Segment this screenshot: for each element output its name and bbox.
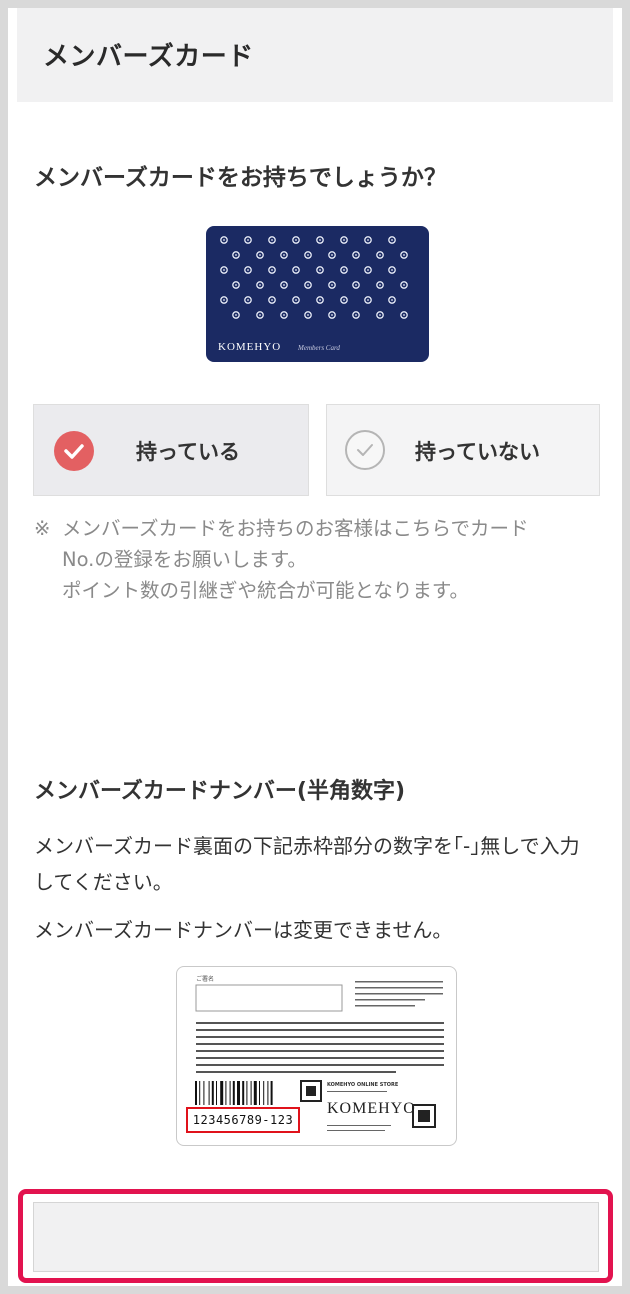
- option-have-card-button[interactable]: 持っている: [33, 404, 309, 496]
- note-line: メンバーズカードをお持ちのお客様はこちらでカード: [62, 517, 529, 540]
- card-number-highlight: 123456789-123: [186, 1107, 300, 1133]
- card-subtitle: Members Card: [298, 344, 340, 352]
- card-number-input-highlight: [18, 1189, 613, 1283]
- option-no-card-button[interactable]: 持っていない: [326, 404, 600, 496]
- page-header: メンバーズカード: [17, 8, 613, 102]
- page-title: メンバーズカード: [43, 42, 254, 72]
- note-line: No.の登録をお願いします。: [62, 548, 307, 571]
- card-number-instructions: メンバーズカード裏面の下記赤枠部分の数字を｢-｣無しで入力してください。: [34, 834, 580, 894]
- option-have-card-label: 持っている: [136, 440, 240, 464]
- card-number-input[interactable]: [33, 1202, 599, 1272]
- note-mark: ※: [34, 517, 51, 540]
- card-number-section-title: メンバーズカードナンバー(半角数字): [34, 779, 406, 804]
- signature-label: ご署名: [196, 976, 215, 983]
- unchecked-icon: [345, 430, 385, 470]
- card-number-notice: メンバーズカードナンバーは変更できません。: [34, 918, 453, 942]
- checked-icon: [54, 431, 94, 471]
- store-name: KOMEHYO ONLINE STORE: [327, 1082, 399, 1088]
- card-brand-logo: KOMEHYO: [218, 341, 282, 353]
- card-back-image: ご署名 KOMEHYO ONLINE STORE KOMEHYO 1234567…: [176, 966, 457, 1146]
- note-line: ポイント数の引継ぎや統合が可能となります。: [62, 579, 469, 602]
- card-question: メンバーズカードをお持ちでしょうか？: [34, 165, 447, 191]
- card-back-brand: KOMEHYO: [327, 1100, 416, 1117]
- registration-note: ※ メンバーズカードをお持ちのお客様はこちらでカード No.の登録をお願いします…: [34, 513, 594, 606]
- members-card-image: KOMEHYO Members Card: [206, 226, 429, 362]
- page-frame: メンバーズカード メンバーズカードをお持ちでしょうか？ KOMEHYO Memb…: [8, 8, 622, 1286]
- option-no-card-label: 持っていない: [415, 440, 540, 464]
